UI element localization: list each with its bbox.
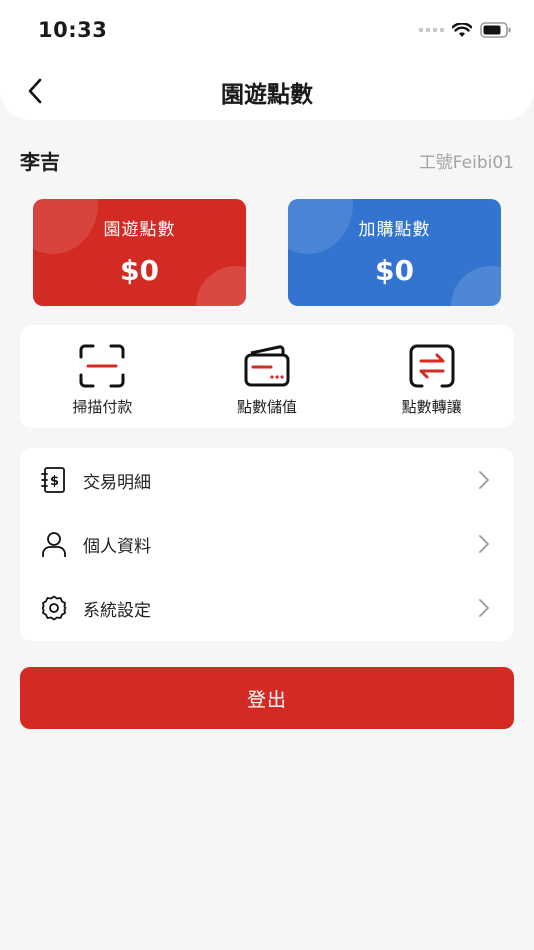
user-name: 李吉	[20, 150, 60, 174]
logout-button[interactable]: 登出	[20, 667, 514, 729]
chevron-right-icon	[479, 535, 489, 553]
svg-text:$: $	[50, 474, 59, 489]
park-points-label: 園遊點數	[103, 220, 176, 240]
employee-id: 工號Feibi01	[418, 153, 514, 173]
scan-pay-label: 掃描付款	[72, 398, 133, 416]
chevron-right-icon	[479, 471, 489, 489]
menu-item-settings[interactable]: 系統設定	[20, 576, 514, 640]
menu-label-settings: 系統設定	[83, 601, 151, 621]
page-title: 園遊點數	[221, 82, 313, 108]
cellular-signal-icon	[419, 28, 444, 32]
scan-pay-button[interactable]: 掃描付款	[20, 325, 185, 428]
menu-item-transactions[interactable]: $ 交易明細	[20, 448, 514, 512]
status-time: 10:33	[38, 18, 108, 42]
menu-label-transactions: 交易明細	[83, 473, 151, 493]
addon-points-label: 加購點數	[358, 220, 431, 240]
menu-list: $ 交易明細 個人資料 系統設定	[20, 448, 514, 641]
park-points-value: $0	[120, 254, 159, 287]
addon-points-value: $0	[375, 254, 414, 287]
wallet-icon	[244, 345, 290, 387]
status-icons	[419, 22, 512, 38]
menu-item-profile[interactable]: 個人資料	[20, 512, 514, 576]
chevron-right-icon	[479, 599, 489, 617]
top-bar: 10:33 園遊點數	[0, 0, 534, 120]
topup-label: 點數儲值	[237, 398, 298, 416]
battery-icon	[480, 22, 511, 38]
quick-actions: 掃描付款 點數儲值 點數轉讓	[20, 325, 514, 428]
gear-icon	[41, 595, 67, 621]
transfer-icon	[409, 344, 455, 388]
receipt-dollar-icon: $	[41, 467, 65, 493]
scan-icon	[79, 344, 125, 388]
park-points-card[interactable]: 園遊點數 $0	[33, 199, 246, 306]
wifi-icon	[452, 22, 472, 37]
menu-label-profile: 個人資料	[83, 537, 151, 557]
user-icon	[42, 532, 66, 557]
transfer-button[interactable]: 點數轉讓	[349, 325, 514, 428]
topup-button[interactable]: 點數儲值	[185, 325, 350, 428]
transfer-label: 點數轉讓	[401, 398, 462, 416]
addon-points-card[interactable]: 加購點數 $0	[288, 199, 501, 306]
